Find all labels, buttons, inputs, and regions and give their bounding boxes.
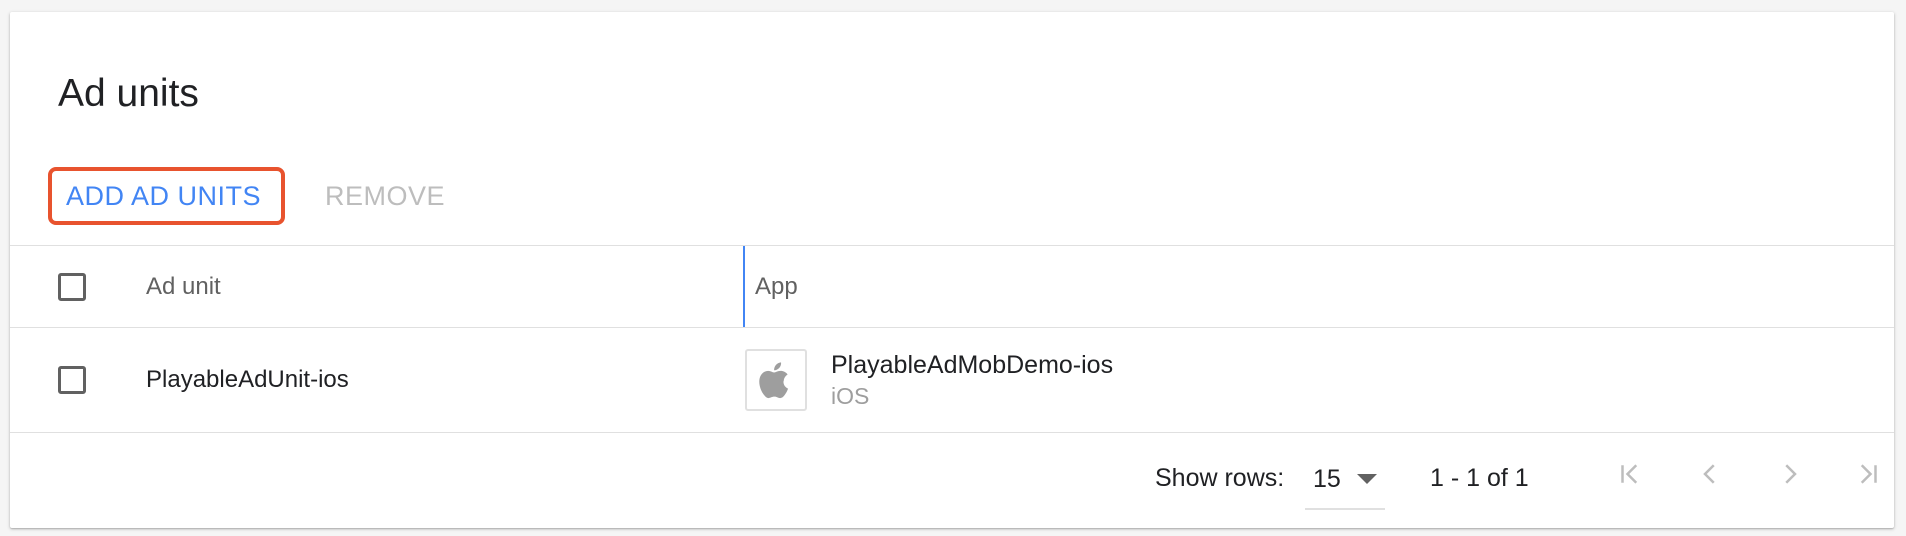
ad-units-table: Ad unit App PlayableAdUnit-ios PlayableA… <box>10 245 1894 433</box>
chevron-right-icon <box>1785 464 1797 484</box>
last-page-button[interactable] <box>1848 454 1888 494</box>
next-page-button[interactable] <box>1770 454 1810 494</box>
show-rows-label: Show rows: <box>1155 464 1285 492</box>
app-info: PlayableAdMobDemo-ios iOS <box>831 349 1113 411</box>
page-title: Ad units <box>58 72 199 115</box>
app-cell: PlayableAdMobDemo-ios iOS <box>745 328 1113 432</box>
previous-page-button[interactable] <box>1690 454 1730 494</box>
apple-icon <box>745 349 807 411</box>
ad-unit-name[interactable]: PlayableAdUnit-ios <box>146 366 349 394</box>
apple-icon <box>759 362 789 399</box>
first-page-button[interactable] <box>1610 454 1650 494</box>
column-resize-divider[interactable] <box>743 246 745 327</box>
select-all-checkbox[interactable] <box>58 272 86 301</box>
chevron-left-icon <box>1703 464 1715 484</box>
table-header-row: Ad unit App <box>10 245 1894 327</box>
app-name[interactable]: PlayableAdMobDemo-ios <box>831 349 1113 381</box>
last-page-icon <box>1860 464 1877 484</box>
app-platform: iOS <box>831 383 870 409</box>
row-checkbox[interactable] <box>58 366 86 394</box>
column-header-ad-unit[interactable]: Ad unit <box>146 273 221 301</box>
pagination-range: 1 - 1 of 1 <box>1430 464 1529 492</box>
rows-per-page-select[interactable]: 15 <box>1305 450 1385 510</box>
remove-button[interactable]: REMOVE <box>311 167 459 225</box>
column-header-app[interactable]: App <box>755 273 798 301</box>
toolbar: ADD AD UNITS REMOVE <box>48 167 459 225</box>
table-row[interactable]: PlayableAdUnit-ios PlayableAdMobDemo-ios… <box>10 327 1894 433</box>
rows-per-page-value: 15 <box>1313 464 1341 493</box>
add-ad-units-button[interactable]: ADD AD UNITS <box>48 167 286 225</box>
pagination-footer: Show rows: 15 1 - 1 of 1 <box>10 430 1894 520</box>
dropdown-arrow-icon <box>1356 474 1377 484</box>
first-page-icon <box>1621 464 1638 484</box>
